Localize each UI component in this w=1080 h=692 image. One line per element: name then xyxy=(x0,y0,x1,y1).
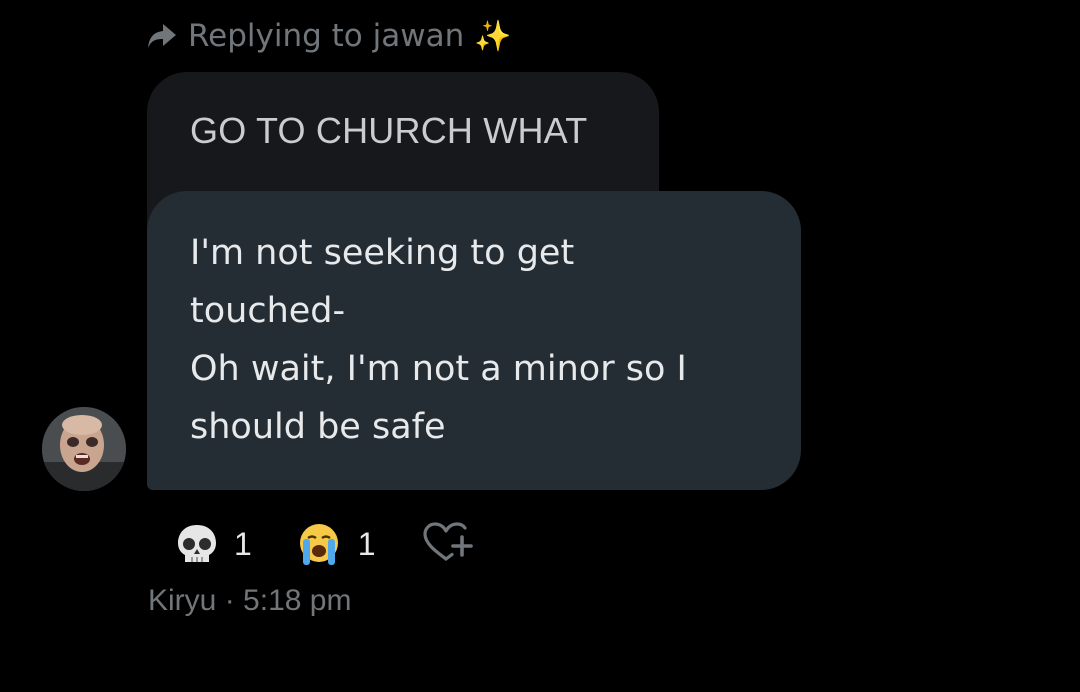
reply-context-label: Replying to jawan xyxy=(188,18,465,54)
quoted-message-text: GO TO CHURCH WHAT xyxy=(190,110,588,151)
message-bubble[interactable]: I'm not seeking to get touched- Oh wait,… xyxy=(147,191,801,490)
reactions-bar: 1 1 xyxy=(174,516,474,572)
message-meta: Kiryu · 5:18 pm xyxy=(148,584,351,618)
reply-context[interactable]: Replying to jawan ✨ xyxy=(146,14,512,58)
sender-name[interactable]: Kiryu xyxy=(148,584,216,617)
message-time: 5:18 pm xyxy=(243,584,352,617)
skull-icon xyxy=(174,521,220,567)
loudly-crying-face-icon xyxy=(294,521,344,567)
add-reaction-button[interactable] xyxy=(420,519,474,569)
avatar-photo-icon xyxy=(42,407,126,491)
avatar[interactable] xyxy=(42,407,126,491)
reaction-skull[interactable]: 1 xyxy=(174,521,252,567)
reaction-count: 1 xyxy=(357,525,376,562)
reply-arrow-icon xyxy=(146,22,178,50)
message-text: I'm not seeking to get touched- Oh wait,… xyxy=(190,233,687,447)
meta-separator: · xyxy=(224,584,235,617)
heart-plus-icon xyxy=(420,519,474,569)
sparkles-icon: ✨ xyxy=(474,18,512,54)
reaction-loudly-crying-face[interactable]: 1 xyxy=(294,521,376,567)
reaction-count: 1 xyxy=(234,525,252,562)
